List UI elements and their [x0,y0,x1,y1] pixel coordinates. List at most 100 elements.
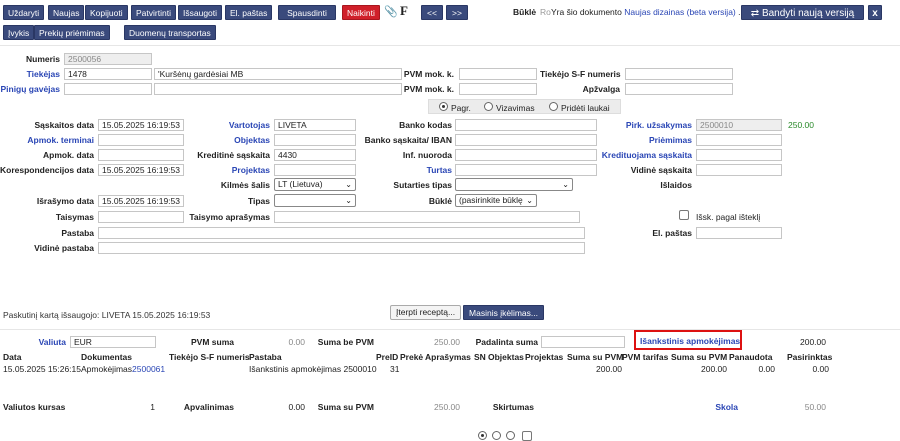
israsymo-field[interactable]: 15.05.2025 16:19:53 [98,195,184,207]
tiekejas-link[interactable]: Tiekėjas [0,69,60,79]
tiekejo-sf-label: Tiekėjo S-F numeris [540,69,621,79]
apmok-terminai-link[interactable]: Apmok. terminai [0,135,94,145]
saskaitos-data-label: Sąskaitos data [34,120,94,130]
tab-prideti-radio[interactable] [549,102,558,111]
piniginis-code-field[interactable] [64,83,152,95]
tiekejo-sf-field[interactable] [625,68,733,80]
event-button[interactable]: Įvykis [3,25,35,40]
apmok-terminai-field[interactable] [98,134,184,146]
turtas-field[interactable] [455,164,597,176]
issk-checkbox[interactable] [679,210,689,220]
tipas-select[interactable]: ⌄ [274,194,356,207]
islaidos-label: Išlaidos [660,180,692,190]
apmok-data-field[interactable] [98,149,184,161]
row-data: 15.05.2025 15:26:15 [3,364,81,374]
email-button[interactable]: El. paštas [225,5,273,20]
valiuta-link[interactable]: Valiuta [0,337,66,347]
tipas-label: Tipas [247,196,270,206]
bukle-select[interactable]: (pasirinkite būklę ⌄ [455,194,537,207]
pastaba-field[interactable] [98,227,585,239]
tiekejas-name-field[interactable]: 'Kuršėnų gardėsiai MB [154,68,402,80]
taisymas-field[interactable] [98,211,184,223]
kredituojama-field[interactable] [696,149,782,161]
banko-iban-field[interactable] [455,134,597,146]
paperclip-icon[interactable]: 📎 [384,5,398,18]
copy-button[interactable]: Kopijuoti [85,5,128,20]
apzvalga-field[interactable] [625,83,733,95]
objektas-link[interactable]: Objektas [190,135,270,145]
pirk-uzsakymas-link[interactable]: Pirk. užsakymas [600,120,692,130]
new-button[interactable]: Naujas [48,5,85,20]
vartotojas-link[interactable]: Vartotojas [190,120,270,130]
next-button[interactable]: >> [446,5,468,20]
projektas-link[interactable]: Projektas [190,165,270,175]
kilmes-select[interactable]: LT (Lietuva) ⌄ [274,178,356,191]
bulk-upload-button[interactable]: Masinis įkėlimas... [463,305,544,320]
pirk-uzsakymas-field[interactable]: 2500010 [696,119,782,131]
kredituojama-link[interactable]: Kredituojama sąskaita [590,150,692,160]
priemimas-link[interactable]: Priėmimas [600,135,692,145]
col-tiekejo-sf: Tiekėjo S-F numeris [169,352,250,362]
taisymo-apr-field[interactable] [274,211,580,223]
tiekejas-code-field[interactable]: 1478 [64,68,152,80]
bukle-label: Būklė [513,7,537,17]
prev-button[interactable]: << [421,5,443,20]
inf-nuoroda-field[interactable] [455,149,597,161]
sutarties-label: Sutarties tipas [393,180,452,190]
el-pastas-label: El. paštas [652,228,692,238]
vartotojas-field[interactable]: LIVETA [274,119,356,131]
issk-label: Išsk. pagal išteklį [696,212,761,222]
close-button[interactable]: x [868,5,882,20]
priemimas-field[interactable] [696,134,782,146]
row-dok-link[interactable]: 2500061 [132,364,165,374]
confirm-button[interactable]: Patvirtinti [131,5,176,20]
sutarties-select[interactable]: ⌄ [455,178,573,191]
tab-pagr-radio[interactable] [439,102,448,111]
skola-value: 50.00 [804,402,826,412]
el-pastas-field[interactable] [696,227,782,239]
numeris-field[interactable]: 2500056 [64,53,152,65]
close-doc-button[interactable]: Uždaryti [3,5,45,20]
kreditine-field[interactable]: 4430 [274,149,356,161]
data-transport-button[interactable]: Duomenų transportas [124,25,216,40]
pvm-mok-k-field[interactable] [459,68,537,80]
numeris-label: Numeris [25,54,60,64]
banko-kodas-field[interactable] [455,119,597,131]
isankstinis-link[interactable]: Išankstinis apmokėjimas [640,336,740,346]
skola-link[interactable]: Skola [680,402,738,412]
turtas-link[interactable]: Turtas [360,165,452,175]
col-data: Data [3,352,22,362]
version-info: Yra šio dokumento Naujas dizainas (beta … [551,7,741,17]
bottom-checkbox[interactable] [522,431,532,441]
version-info-prefix: Yra šio dokumento [551,7,622,17]
pvm-mok-k-label: PVM mok. k. [403,69,454,79]
chevron-down-icon: ⌄ [345,196,352,205]
try-new-version-button[interactable]: ⇄ Bandyti naują versiją [741,5,864,20]
chevron-down-icon: ⌄ [526,196,533,205]
print-button[interactable]: Spausdinti [278,5,336,20]
apvalinimas-value: 0.00 [288,402,305,412]
saskaitos-data-field[interactable]: 15.05.2025 16:19:53 [98,119,184,131]
piniginis-link[interactable]: Pinigų gavėjas [0,84,60,94]
goods-receipt-button[interactable]: Prekių priėmimas [34,25,110,40]
valiuta-field[interactable]: EUR [70,336,156,348]
f-icon[interactable]: F [400,3,408,19]
piniginis-name-field[interactable] [154,83,402,95]
new-design-link[interactable]: Naujas dizainas (beta versija) [624,7,736,17]
vidine-sask-field[interactable] [696,164,782,176]
tab-vizavimas-radio[interactable] [484,102,493,111]
col-pastaba: Pastaba [249,352,282,362]
save-button[interactable]: Išsaugoti [178,5,223,20]
vidine-pastaba-field[interactable] [98,242,585,254]
col-preid: PreID [376,352,399,362]
suma-su-pvm-label: Suma su PVM [317,402,374,412]
padalinta-field[interactable] [541,336,625,348]
projektas-field[interactable] [274,164,356,176]
israsymo-label: Išrašymo data [36,196,94,206]
col-suma-su-pvm: Suma su PVM [567,352,624,362]
apmok-data-label: Apmok. data [42,150,94,160]
koresp-field[interactable]: 15.05.2025 16:19:53 [98,164,184,176]
insert-recipe-button[interactable]: Įterpti receptą... [390,305,462,320]
pvm-mok-k2-field[interactable] [459,83,537,95]
delete-button[interactable]: Naikinti [342,5,380,20]
